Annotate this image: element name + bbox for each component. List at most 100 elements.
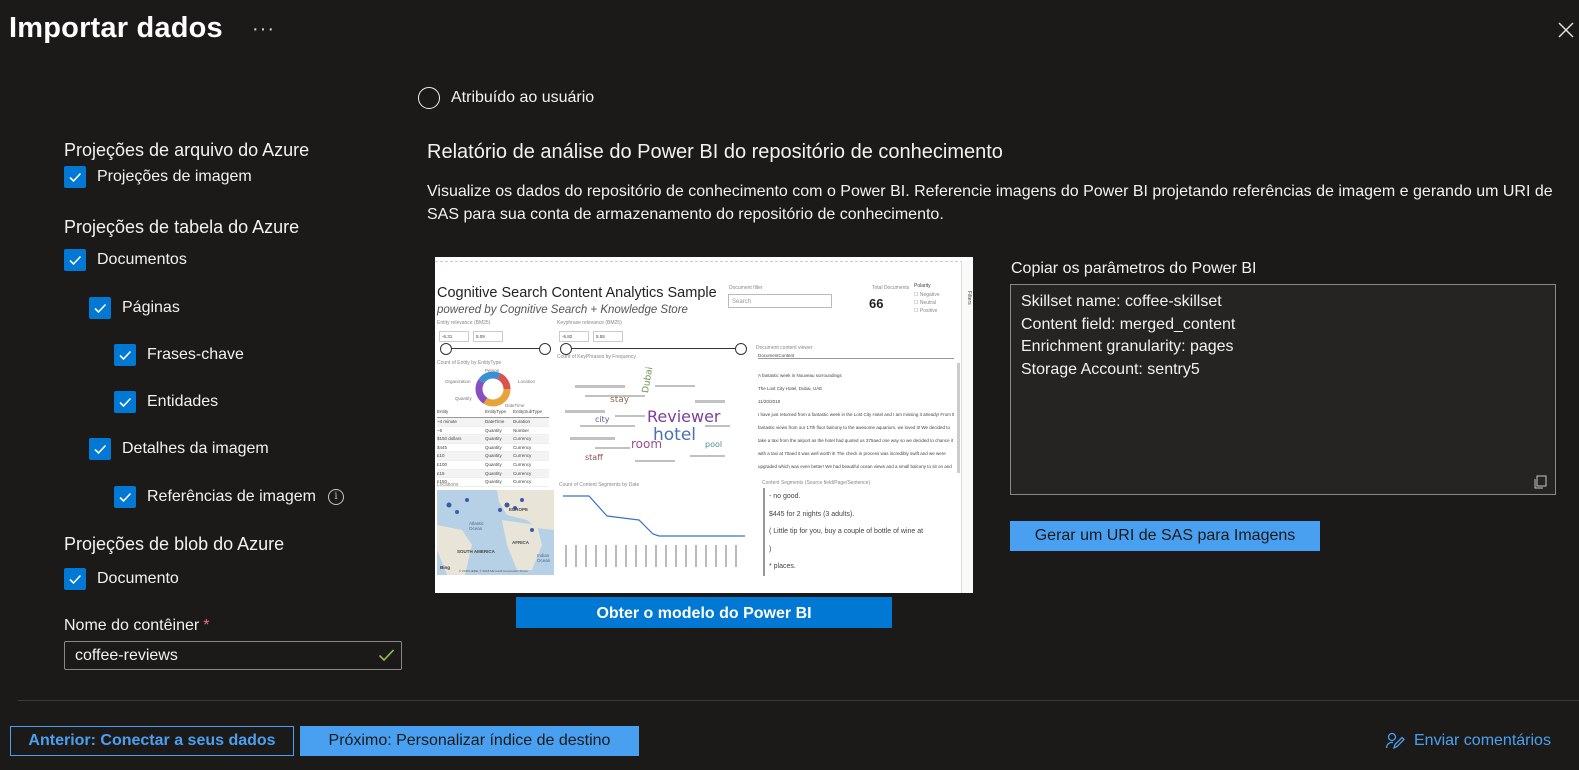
preview-filters-label: Filters xyxy=(966,291,972,305)
doc-line: take a taxi from the airport as the hote… xyxy=(758,438,954,443)
entity-table-cell: DateTime xyxy=(485,419,505,424)
word-staff: staff xyxy=(585,453,603,462)
preview-entity-table: Entity EntityType EntitySubType ~4 minute D… xyxy=(437,409,549,487)
entity-table-cell: Currency xyxy=(513,470,532,476)
donut-legend-quantity: Quantity xyxy=(455,396,472,401)
segment-line: ) xyxy=(763,540,958,558)
preview-line-chart-label: Count of Content Segments by Date xyxy=(559,482,640,488)
preview-doc-col: DocumentContent xyxy=(758,353,954,359)
image-projections-label: Projeções de imagem xyxy=(97,168,252,185)
entity-table-header: Entity EntityType EntitySubType xyxy=(437,409,549,418)
container-name-text: Nome do contêiner xyxy=(64,617,200,634)
entities-checkbox[interactable]: Entidades xyxy=(114,390,218,414)
preview-slider-handle xyxy=(735,343,747,355)
preview-doc-viewer-label: Document content viewer xyxy=(756,345,813,351)
entity-table-row: ~4 minute DateTime Duration xyxy=(437,418,549,427)
image-projections-checkbox[interactable]: Projeções de imagem xyxy=(64,165,252,189)
preview-title: Cognitive Search Content Analytics Sampl… xyxy=(437,285,717,301)
entity-table-cell: ~4 minute xyxy=(437,419,457,424)
document-label: Documento xyxy=(97,570,179,587)
user-assigned-radio-label: Atribuído ao usuário xyxy=(451,89,595,106)
pages-checkbox[interactable]: Páginas xyxy=(89,296,180,320)
documents-label: Documentos xyxy=(97,251,187,268)
preview-total-docs: 66 xyxy=(869,296,884,311)
donut-legend-location: Location xyxy=(518,379,536,384)
close-icon[interactable] xyxy=(1556,20,1576,40)
preview-polarity-label: Polarity xyxy=(914,283,931,289)
map-label-indian: Indian Ocean xyxy=(537,553,551,563)
image-references-checkbox[interactable]: Referências de imagem i xyxy=(114,485,344,509)
entity-table-cell: $150 dollars xyxy=(437,436,462,442)
document-checkbox[interactable]: Documento xyxy=(64,567,179,591)
doc-line: upgraded which was even better! We had b… xyxy=(758,464,952,469)
copy-params-label: Copiar os parâmetros do Power BI xyxy=(1011,260,1257,277)
entity-table-cell: ~5 xyxy=(437,427,443,433)
checkmark-icon xyxy=(114,391,136,413)
doc-line: with a taxi at 70aed it was well worth i… xyxy=(758,451,946,456)
entity-table-row: £15 Quantity Currency xyxy=(437,469,549,479)
generate-sas-uri-button[interactable]: Gerar um URI de SAS para Imagens xyxy=(1010,521,1320,551)
previous-button[interactable]: Anterior: Conectar a seus dados xyxy=(10,726,294,756)
word-pool: pool xyxy=(705,440,723,449)
preview-entity-max: 5.09 xyxy=(473,331,503,342)
word-stay: stay xyxy=(610,395,630,405)
polarity-positive: ☐ Positive xyxy=(914,308,938,314)
preview-segments-label: Content Segments (Source field/Page/Sent… xyxy=(762,480,871,486)
map-label-africa: AFRICA xyxy=(512,540,529,545)
send-feedback-label: Enviar comentários xyxy=(1414,732,1551,749)
segment-line: - no good. xyxy=(763,488,958,506)
image-details-checkbox[interactable]: Detalhes da imagem xyxy=(89,437,269,461)
documents-checkbox[interactable]: Documentos xyxy=(64,248,187,272)
get-powerbi-template-button[interactable]: Obter o modelo do Power BI xyxy=(516,597,892,628)
entity-table-cell: £100 xyxy=(437,461,448,467)
key-phrases-label: Frases-chave xyxy=(147,346,244,363)
checkmark-icon xyxy=(114,344,136,366)
user-assigned-radio[interactable] xyxy=(418,87,440,109)
entity-table-cell: Quantity xyxy=(485,427,502,433)
polarity-neutral: ☐ Neutral xyxy=(914,300,936,306)
checkmark-icon xyxy=(64,568,86,590)
segment-line: * places. xyxy=(763,558,958,576)
preview-slider-handle xyxy=(539,343,551,355)
file-projections-heading: Projeções de arquivo do Azure xyxy=(64,140,310,160)
entities-label: Entidades xyxy=(147,393,219,410)
donut-legend-person: Person xyxy=(485,368,500,373)
image-references-label: Referências de imagem xyxy=(147,488,316,505)
entity-table-cell: Currency xyxy=(513,479,532,485)
param-storage-account: Storage Account: sentry5 xyxy=(1021,360,1200,378)
footer-divider xyxy=(18,700,1579,701)
checkmark-icon xyxy=(89,438,111,460)
preview-total-docs-label: Total Documents xyxy=(872,285,910,291)
powerbi-report-heading: Relatório de análise do Power BI do repo… xyxy=(427,141,1003,163)
container-name-input[interactable] xyxy=(64,641,402,670)
entity-table-row: £100 Quantity Currency xyxy=(437,461,549,470)
entity-table-cell: Number xyxy=(513,427,530,433)
key-phrases-checkbox[interactable]: Frases-chave xyxy=(114,343,244,367)
preview-keyphrase-relevance-label: Keyphrase relevance (BM25) xyxy=(557,320,622,326)
preview-segments: - no good. $445 for 2 nights (3 adults).(… xyxy=(763,488,958,576)
preview-keyphrase-min: -6.82 xyxy=(559,331,589,342)
more-icon[interactable]: ··· xyxy=(252,18,275,41)
send-feedback-link[interactable]: Enviar comentários xyxy=(1385,731,1551,751)
entity-table-cell: Quantity xyxy=(485,479,502,485)
blob-projections-heading: Projeções de blob do Azure xyxy=(64,534,285,554)
doc-line: 11/20/2018 xyxy=(758,399,781,404)
preview-subtitle: powered by Cognitive Search + Knowledge … xyxy=(437,304,688,316)
entity-table-cell: Quantity xyxy=(485,453,502,459)
preview-doc-content: A fantastic week in Nouveau surroundings… xyxy=(758,369,954,473)
pages-label: Páginas xyxy=(122,299,180,316)
entity-table-cell: Quantity xyxy=(485,461,502,467)
preview-top-border xyxy=(435,257,973,262)
copy-icon[interactable] xyxy=(1532,474,1548,495)
word-reviewer: Reviewer xyxy=(647,407,721,426)
next-button[interactable]: Próximo: Personalizar índice de destino xyxy=(300,726,639,756)
powerbi-params-textbox[interactable]: Skillset name: coffee-skillset Content f… xyxy=(1010,284,1556,495)
preview-donut-label: Count of Entity by EntityType xyxy=(437,360,502,366)
preview-entity-slider-track xyxy=(441,348,545,349)
checkmark-icon xyxy=(114,486,136,508)
entity-table-row: ~5 Quantity Number xyxy=(437,427,549,436)
preview-entity-min: -6.31 xyxy=(439,331,469,342)
info-icon[interactable]: i xyxy=(327,489,344,505)
entity-table-row: £10 Quantity Currency xyxy=(437,452,549,461)
preview-polarity-list: ☐ Negative ☐ Neutral ☐ Positive xyxy=(914,291,940,315)
